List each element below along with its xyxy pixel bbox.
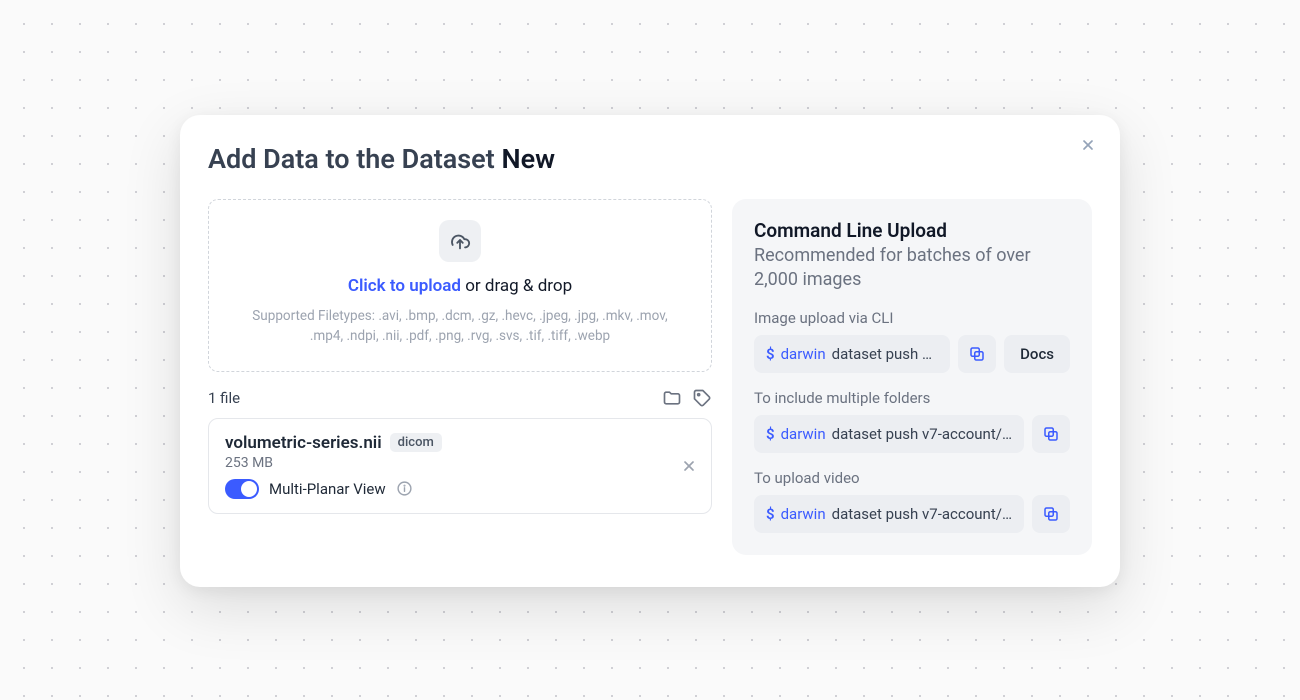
info-button[interactable]: [396, 480, 413, 497]
copy-command-button[interactable]: [958, 335, 996, 373]
cli-section-label: Image upload via CLI: [754, 309, 1070, 327]
cli-command[interactable]: $ darwin dataset push v7-account/n…: [754, 415, 1024, 453]
tag-button[interactable]: [692, 388, 712, 408]
modal-title-prefix: Add Data to the Dataset: [208, 143, 501, 175]
file-size: 253 MB: [225, 455, 695, 471]
modal-title: Add Data to the Dataset New: [208, 143, 1092, 175]
cloud-upload-icon: [449, 230, 471, 252]
remove-file-button[interactable]: [681, 458, 697, 474]
supported-filetypes: Supported Filetypes: .avi, .bmp, .dcm, .…: [249, 306, 671, 347]
upload-dropzone[interactable]: Click to upload or drag & drop Supported…: [208, 199, 712, 372]
cli-binary: darwin: [781, 425, 826, 443]
file-name: volumetric-series.nii: [225, 433, 382, 453]
info-icon: [396, 480, 413, 497]
cli-args: dataset push v7-account/n…: [832, 425, 1012, 443]
cli-command[interactable]: $ darwin dataset push v…: [754, 335, 950, 373]
cli-section-label: To upload video: [754, 469, 1070, 487]
cli-args: dataset push v…: [832, 345, 939, 363]
cli-args: dataset push v7-account/n…: [832, 505, 1012, 523]
click-to-upload-link[interactable]: Click to upload: [348, 276, 461, 296]
cli-panel: Command Line Upload Recommended for batc…: [732, 199, 1092, 555]
multi-planar-view-label: Multi-Planar View: [269, 480, 386, 498]
copy-icon: [1042, 425, 1060, 443]
folder-icon: [662, 388, 682, 408]
tag-icon: [692, 388, 712, 408]
cli-binary: darwin: [781, 345, 826, 363]
close-icon: [681, 458, 697, 474]
close-icon: [1080, 137, 1096, 153]
drag-drop-label: or drag & drop: [461, 276, 572, 296]
cli-command[interactable]: $ darwin dataset push v7-account/n…: [754, 495, 1024, 533]
docs-button[interactable]: Docs: [1004, 335, 1070, 373]
cli-prompt: $: [766, 505, 775, 523]
copy-icon: [1042, 505, 1060, 523]
copy-command-button[interactable]: [1032, 495, 1070, 533]
dataset-name: New: [501, 143, 555, 175]
upload-icon-container: [439, 220, 481, 262]
copy-icon: [968, 345, 986, 363]
folder-button[interactable]: [662, 388, 682, 408]
cli-subtitle: Recommended for batches of over 2,000 im…: [754, 244, 1070, 293]
cli-section-label: To include multiple folders: [754, 389, 1070, 407]
multi-planar-view-toggle[interactable]: [225, 479, 259, 499]
add-data-modal: Add Data to the Dataset New Click to upl…: [180, 115, 1120, 587]
file-type-badge: dicom: [390, 433, 442, 452]
cli-binary: darwin: [781, 505, 826, 523]
file-count: 1 file: [208, 389, 240, 407]
copy-command-button[interactable]: [1032, 415, 1070, 453]
close-button[interactable]: [1076, 133, 1100, 157]
cli-title: Command Line Upload: [754, 219, 1070, 242]
cli-prompt: $: [766, 345, 775, 363]
upload-instruction: Click to upload or drag & drop: [249, 276, 671, 296]
file-card: volumetric-series.nii dicom 253 MB Multi…: [208, 418, 712, 514]
cli-prompt: $: [766, 425, 775, 443]
